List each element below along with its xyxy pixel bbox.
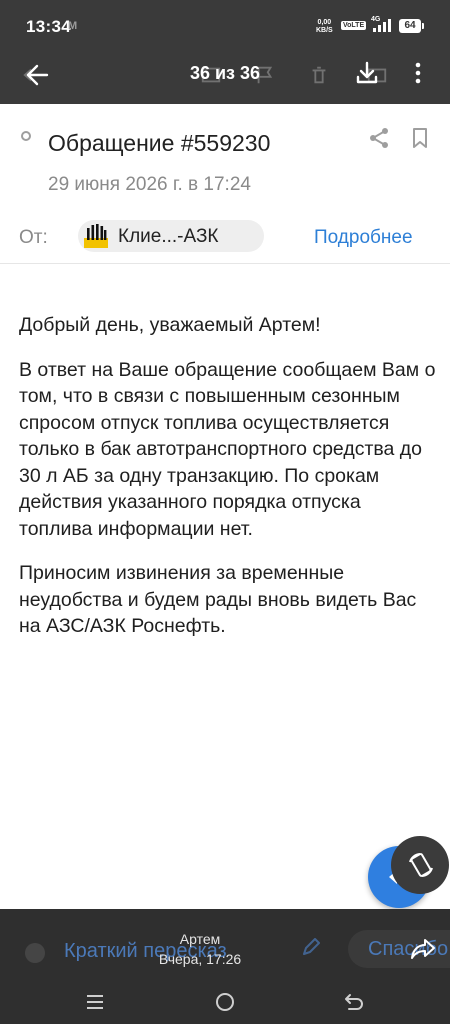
top-toolbar: 36 из 36 [0, 46, 450, 104]
signal-icon [373, 19, 391, 32]
unread-indicator-icon[interactable] [21, 131, 31, 141]
rotate-icon [409, 853, 433, 877]
screen-rotate-button[interactable] [391, 836, 449, 894]
sender-name-chip: Клие...-АЗК [118, 226, 219, 247]
download-icon[interactable] [354, 60, 380, 86]
net-speed: 0,00 KB/S [316, 19, 333, 35]
message-counter: 36 из 36 [189, 63, 261, 83]
forward-icon[interactable] [410, 937, 436, 961]
message-body: Добрый день, уважаемый Артем! В ответ на… [19, 312, 439, 658]
home-icon[interactable] [216, 993, 234, 1011]
rosneft-logo-icon [84, 224, 108, 248]
status-bar: 13:34 M 0,00 KB/S VoLTE 4G 64 [0, 0, 450, 46]
recent-apps-icon[interactable] [86, 994, 104, 1010]
from-label: От: [19, 227, 48, 248]
sender-chip[interactable]: Клие...-АЗК [78, 220, 264, 252]
battery-icon: 64 [399, 19, 424, 33]
net-speed-unit: KB/S [316, 27, 333, 34]
reply-sender-name: Артем [179, 931, 221, 947]
net-speed-value: 0,00 [317, 19, 332, 26]
status-time: 13:34 [26, 17, 71, 36]
message-subject: Обращение #559230 [48, 130, 271, 156]
volte-badge: VoLTE [341, 21, 367, 30]
bookmark-icon[interactable] [411, 127, 429, 149]
body-paragraph-closing: Приносим извинения за временные неудобст… [19, 562, 417, 637]
thanks-button-label: Спасибо [368, 938, 449, 960]
reply-sender-time: Вчера, 17:26 [158, 951, 242, 967]
pen-icon[interactable] [300, 936, 322, 958]
body-paragraph-main: В ответ на Ваше обращение сообщаем Вам о… [19, 358, 436, 540]
details-link[interactable]: Подробнее [314, 227, 413, 249]
body-greeting: Добрый день, уважаемый Артем! [19, 314, 321, 336]
system-back-icon[interactable] [344, 993, 364, 1011]
more-vertical-icon[interactable] [408, 60, 428, 86]
message-date: 29 июня 2026 г. в 17:24 [48, 174, 251, 195]
share-icon[interactable] [369, 127, 389, 149]
carrier-mark-icon: M [68, 20, 78, 32]
